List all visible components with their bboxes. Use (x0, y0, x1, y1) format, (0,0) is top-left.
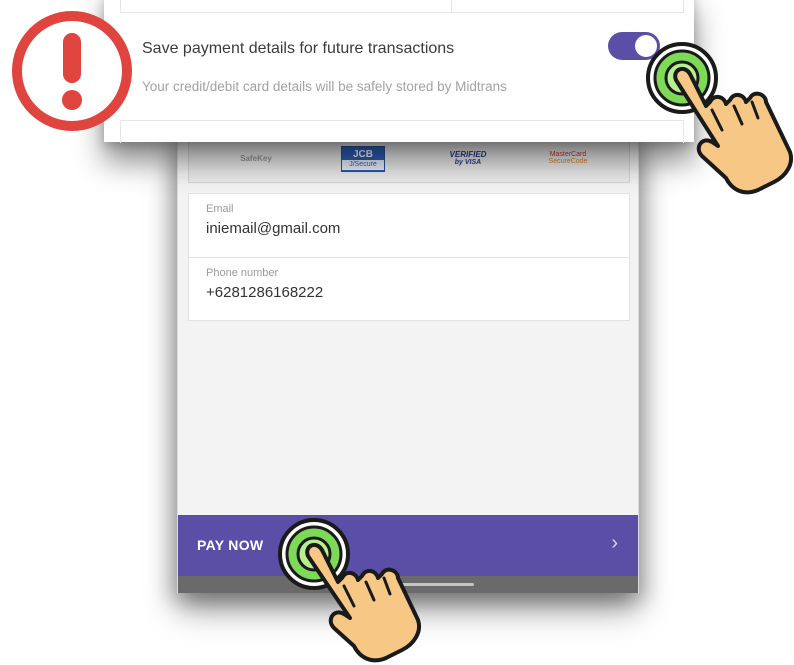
mastercard-securecode-logo: MasterCard SecureCode (548, 151, 588, 165)
pay-now-label: PAY NOW (197, 537, 264, 553)
email-label: Email (206, 203, 234, 215)
email-field[interactable]: Email iniemail@gmail.com (206, 203, 340, 237)
chevron-right-icon: › (611, 532, 618, 554)
tap-hand-icon (646, 42, 793, 195)
safekey-logo: SafeKey (240, 153, 272, 163)
contact-details-card: Email iniemail@gmail.com Phone number +6… (188, 193, 630, 321)
phone-label: Phone number (206, 267, 279, 279)
save-payment-popup: Save payment details for future transact… (104, 0, 694, 143)
save-payment-title: Save payment details for future transact… (142, 40, 455, 57)
popup-separator (451, 0, 452, 12)
verified-by-visa-logo: VERIFIED by VISA (449, 149, 487, 166)
phone-value[interactable]: +6281286168222 (206, 284, 323, 301)
phone-field[interactable]: Phone number +6281286168222 (206, 267, 323, 301)
field-divider (189, 257, 629, 258)
popup-top-edge (120, 0, 684, 13)
jcb-secure-logo: JCB J/Secure (341, 146, 385, 172)
exclamation-circle-icon (12, 11, 132, 131)
tap-hand-icon (278, 518, 421, 663)
email-value[interactable]: iniemail@gmail.com (206, 220, 340, 237)
popup-bottom-edge (120, 120, 684, 143)
save-payment-description: Your credit/debit card details will be s… (142, 79, 507, 94)
